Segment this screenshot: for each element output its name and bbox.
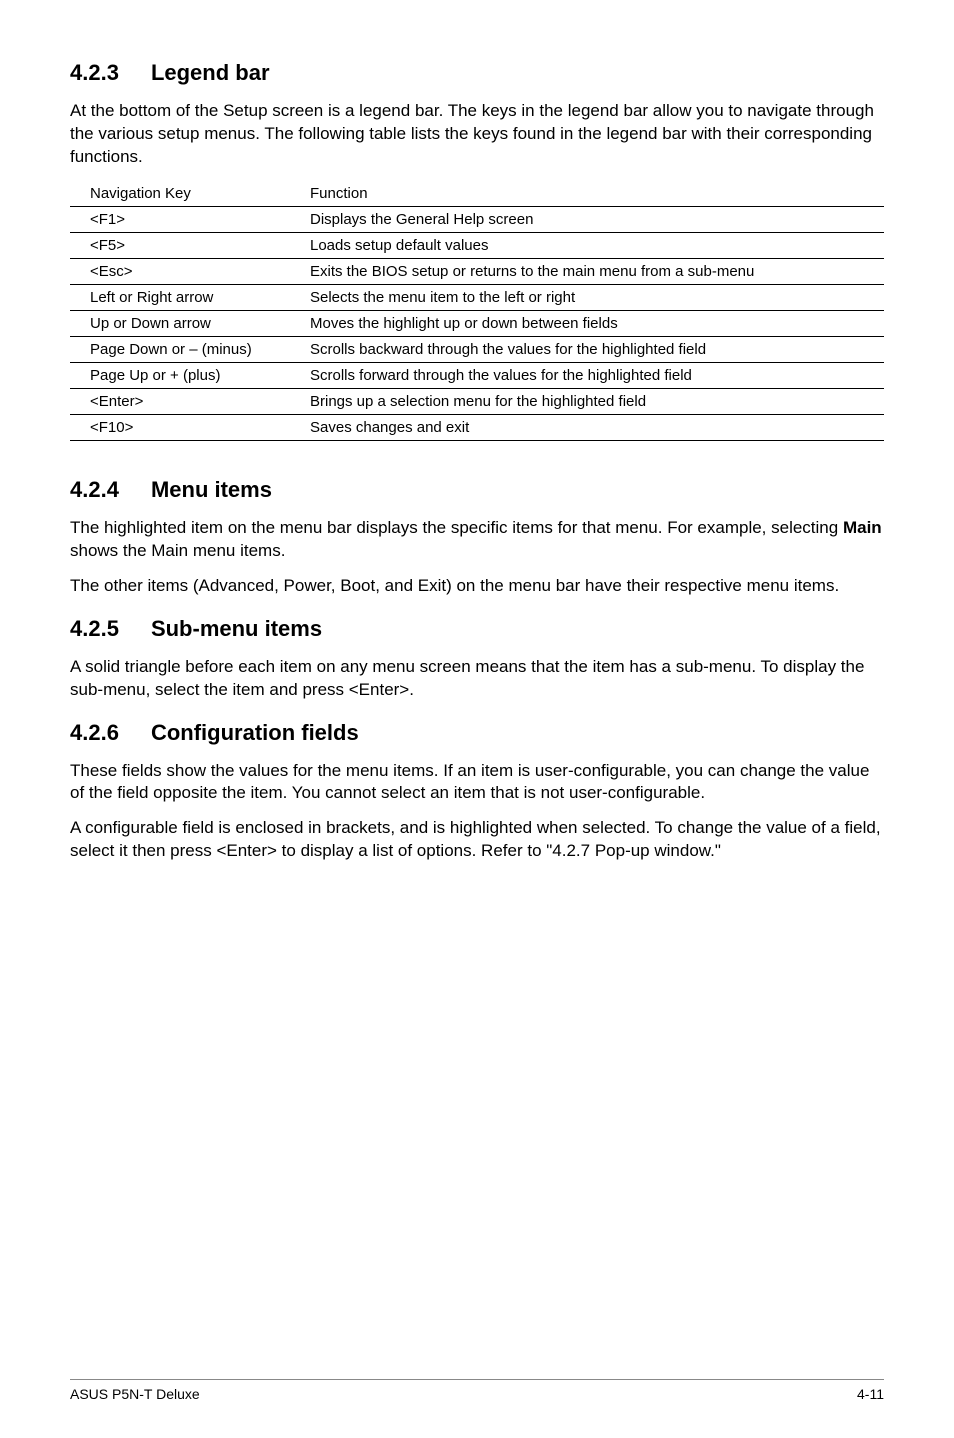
- cell-key: Left or Right arrow: [70, 284, 290, 310]
- heading-title: Configuration fields: [151, 720, 359, 746]
- legend-table: Navigation Key Function <F1> Displays th…: [70, 181, 884, 441]
- p1-post: shows the Main menu items.: [70, 541, 285, 560]
- cell-fn: Selects the menu item to the left or rig…: [290, 284, 884, 310]
- cell-key: <F1>: [70, 206, 290, 232]
- p1-425: A solid triangle before each item on any…: [70, 656, 884, 702]
- intro-423: At the bottom of the Setup screen is a l…: [70, 100, 884, 169]
- table-header-row: Navigation Key Function: [70, 181, 884, 207]
- table-row: <F5> Loads setup default values: [70, 232, 884, 258]
- p1-pre: The highlighted item on the menu bar dis…: [70, 518, 843, 537]
- cell-fn: Exits the BIOS setup or returns to the m…: [290, 258, 884, 284]
- table-row: Left or Right arrow Selects the menu ite…: [70, 284, 884, 310]
- p1-bold: Main: [843, 518, 882, 537]
- heading-number: 4.2.3: [70, 60, 119, 86]
- table-row: <F10> Saves changes and exit: [70, 414, 884, 440]
- page-footer: ASUS P5N-T Deluxe 4-11: [70, 1379, 884, 1402]
- th-key: Navigation Key: [70, 181, 290, 207]
- th-fn: Function: [290, 181, 884, 207]
- heading-title: Menu items: [151, 477, 272, 503]
- cell-key: <F5>: [70, 232, 290, 258]
- cell-key: Up or Down arrow: [70, 310, 290, 336]
- cell-fn: Scrolls backward through the values for …: [290, 336, 884, 362]
- cell-fn: Moves the highlight up or down between f…: [290, 310, 884, 336]
- cell-fn: Loads setup default values: [290, 232, 884, 258]
- heading-424: 4.2.4 Menu items: [70, 477, 884, 503]
- p1-424: The highlighted item on the menu bar dis…: [70, 517, 884, 563]
- footer-right: 4-11: [857, 1386, 884, 1402]
- table-row: Page Down or – (minus) Scrolls backward …: [70, 336, 884, 362]
- cell-key: <F10>: [70, 414, 290, 440]
- heading-number: 4.2.6: [70, 720, 119, 746]
- footer-left: ASUS P5N-T Deluxe: [70, 1386, 200, 1402]
- p2-426: A configurable field is enclosed in brac…: [70, 817, 884, 863]
- cell-key: <Esc>: [70, 258, 290, 284]
- cell-key: Page Up or + (plus): [70, 362, 290, 388]
- heading-number: 4.2.4: [70, 477, 119, 503]
- cell-fn: Displays the General Help screen: [290, 206, 884, 232]
- heading-title: Legend bar: [151, 60, 270, 86]
- table-row: <Enter> Brings up a selection menu for t…: [70, 388, 884, 414]
- p2-424: The other items (Advanced, Power, Boot, …: [70, 575, 884, 598]
- table-row: <F1> Displays the General Help screen: [70, 206, 884, 232]
- cell-fn: Brings up a selection menu for the highl…: [290, 388, 884, 414]
- p1-426: These fields show the values for the men…: [70, 760, 884, 806]
- table-row: <Esc> Exits the BIOS setup or returns to…: [70, 258, 884, 284]
- cell-fn: Scrolls forward through the values for t…: [290, 362, 884, 388]
- heading-425: 4.2.5 Sub-menu items: [70, 616, 884, 642]
- heading-423: 4.2.3 Legend bar: [70, 60, 884, 86]
- cell-key: Page Down or – (minus): [70, 336, 290, 362]
- cell-fn: Saves changes and exit: [290, 414, 884, 440]
- heading-number: 4.2.5: [70, 616, 119, 642]
- cell-key: <Enter>: [70, 388, 290, 414]
- heading-title: Sub-menu items: [151, 616, 322, 642]
- table-row: Page Up or + (plus) Scrolls forward thro…: [70, 362, 884, 388]
- table-row: Up or Down arrow Moves the highlight up …: [70, 310, 884, 336]
- heading-426: 4.2.6 Configuration fields: [70, 720, 884, 746]
